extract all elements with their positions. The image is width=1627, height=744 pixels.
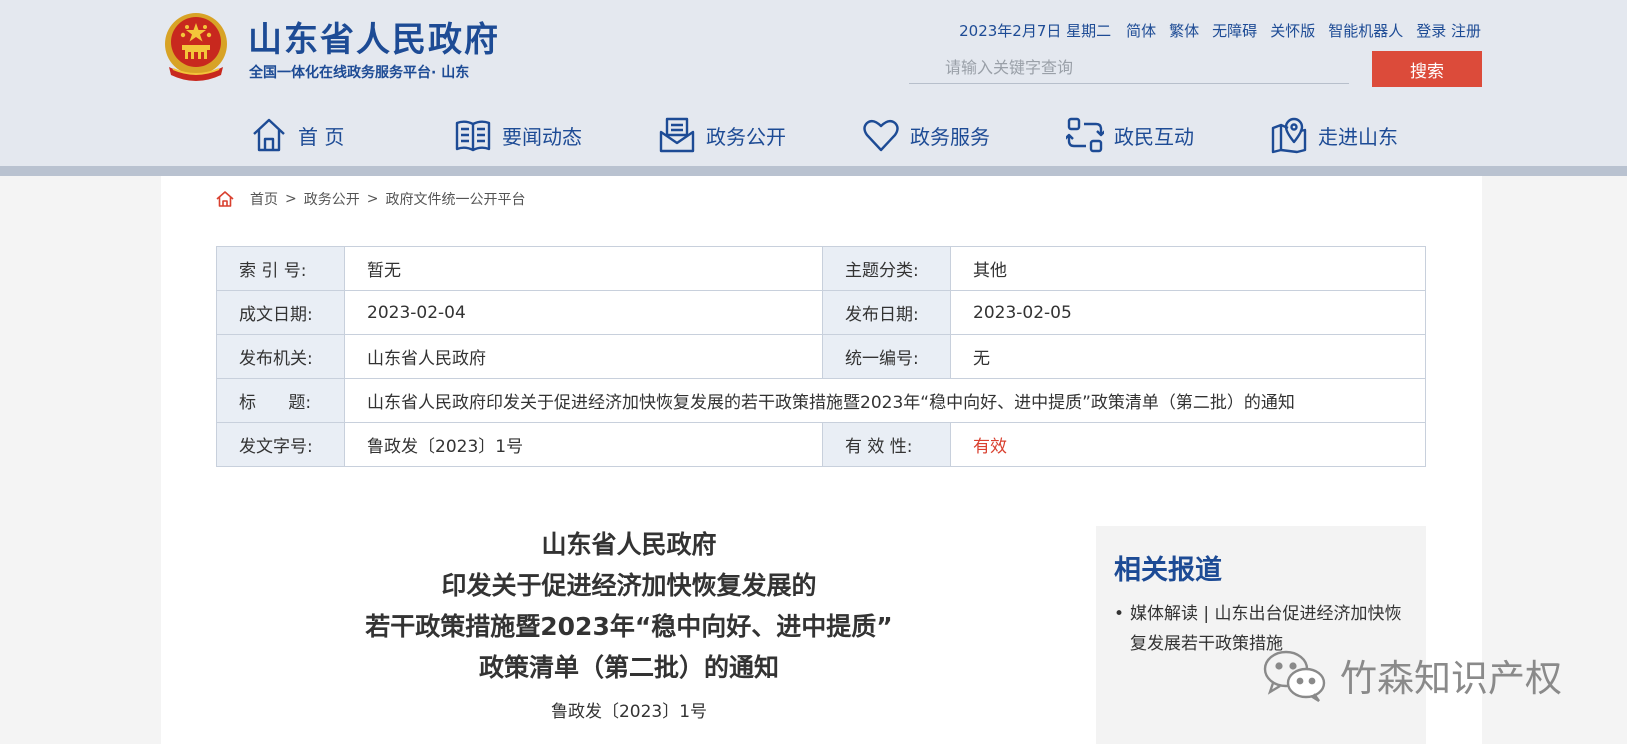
- link-care-mode[interactable]: 关怀版: [1270, 20, 1315, 41]
- nav-label: 政务公开: [706, 124, 786, 149]
- issuer-value: 山东省人民政府: [344, 334, 823, 379]
- index-no-value: 暂无: [344, 246, 823, 291]
- link-simplified[interactable]: 简体: [1126, 20, 1156, 41]
- nav-item-about-shandong[interactable]: 走进山东: [1270, 112, 1474, 158]
- document-icon: [659, 117, 695, 153]
- nav-item-gov-affairs[interactable]: 政务公开: [658, 112, 862, 158]
- index-no-label: 索 引 号:: [216, 246, 345, 291]
- header-divider: [0, 166, 1627, 176]
- table-row: 发布机关: 山东省人民政府 统一编号: 无: [216, 334, 1426, 379]
- bullet-icon: •: [1114, 604, 1125, 624]
- breadcrumb-separator: >: [366, 191, 379, 207]
- related-report-text: 媒体解读 | 山东出台促进经济加快恢复发展若干政策措施: [1130, 604, 1402, 654]
- current-date: 2023年2月7日 星期二: [959, 22, 1112, 40]
- document-title-line: 印发关于促进经济加快恢复发展的: [441, 571, 817, 600]
- main-nav: 首 页 要闻动态 政务公开 政务服务 政民互动 走进山东: [250, 112, 1474, 162]
- breadcrumb-gov-affairs[interactable]: 政务公开: [304, 189, 360, 209]
- link-login-register[interactable]: 登录 注册: [1416, 20, 1481, 41]
- watermark: 竹森知识产权: [1262, 648, 1562, 702]
- title-value: 山东省人民政府印发关于促进经济加快恢复发展的若干政策措施暨2023年“稳中向好、…: [344, 378, 1426, 423]
- document-title-line: 政策清单（第二批）的通知: [478, 653, 779, 682]
- interaction-icon: [1066, 117, 1104, 153]
- map-pin-icon: [1271, 117, 1307, 154]
- doc-no-value: 鲁政发〔2023〕1号: [344, 422, 823, 467]
- title-label: 标 题:: [216, 378, 345, 423]
- nav-item-gov-services[interactable]: 政务服务: [862, 112, 1066, 158]
- nav-label: 要闻动态: [502, 124, 582, 149]
- issuer-label: 发布机关:: [216, 334, 345, 379]
- nav-item-interaction[interactable]: 政民互动: [1066, 112, 1270, 158]
- written-date-value: 2023-02-04: [344, 290, 823, 335]
- site-header: 山东省人民政府 全国一体化在线政务服务平台· 山东 2023年2月7日 星期二 …: [0, 0, 1627, 166]
- breadcrumb-current[interactable]: 政府文件统一公开平台: [385, 189, 525, 209]
- home-icon: [253, 118, 285, 152]
- nav-label: 首 页: [298, 124, 345, 149]
- breadcrumb-separator: >: [285, 191, 297, 207]
- written-date-label: 成文日期:: [216, 290, 345, 335]
- site-title[interactable]: 山东省人民政府: [248, 12, 500, 61]
- top-links: 2023年2月7日 星期二 简体 繁体 无障碍 关怀版 智能机器人 登录 注册: [959, 20, 1481, 41]
- nav-item-news[interactable]: 要闻动态: [454, 112, 658, 158]
- table-row: 标 题: 山东省人民政府印发关于促进经济加快恢复发展的若干政策措施暨2023年“…: [216, 378, 1426, 423]
- document-number: 鲁政发〔2023〕1号: [550, 702, 708, 722]
- site-subtitle: 全国一体化在线政务服务平台· 山东: [249, 65, 470, 81]
- table-row: 发文字号: 鲁政发〔2023〕1号 有 效 性: 有效: [216, 422, 1426, 467]
- nav-label: 政民互动: [1114, 124, 1194, 149]
- home-icon: [216, 191, 234, 207]
- breadcrumb: 首页 > 政务公开 > 政府文件统一公开平台: [216, 189, 525, 209]
- nav-label: 政务服务: [910, 124, 990, 149]
- table-row: 索 引 号: 暂无 主题分类: 其他: [216, 246, 1426, 291]
- related-reports-title: 相关报道: [1114, 555, 1222, 586]
- search-input[interactable]: [909, 52, 1349, 84]
- document-title-line: 若干政策措施暨2023年“稳中向好、进中提质”: [365, 612, 893, 641]
- nav-item-home[interactable]: 首 页: [250, 112, 454, 158]
- national-emblem-icon[interactable]: [161, 11, 231, 83]
- breadcrumb-home[interactable]: 首页: [250, 189, 278, 209]
- publish-date-value: 2023-02-05: [950, 290, 1426, 335]
- validity-label: 有 效 性:: [822, 422, 951, 467]
- document-title-line: 山东省人民政府: [541, 530, 717, 559]
- doc-no-label: 发文字号:: [216, 422, 345, 467]
- document-meta-table: 索 引 号: 暂无 主题分类: 其他 成文日期: 2023-02-04 发布日期…: [216, 246, 1426, 467]
- serial-value: 无: [950, 334, 1426, 379]
- watermark-text: 竹森知识产权: [1340, 657, 1562, 700]
- topic-label: 主题分类:: [822, 246, 951, 291]
- related-reports-panel: 相关报道 • 媒体解读 | 山东出台促进经济加快恢复发展若干政策措施: [1096, 526, 1426, 744]
- document-title: 山东省人民政府 印发关于促进经济加快恢复发展的 若干政策措施暨2023年“稳中向…: [329, 524, 929, 688]
- nav-label: 走进山东: [1318, 124, 1398, 149]
- validity-value: 有效: [950, 422, 1426, 467]
- search-button[interactable]: 搜索: [1372, 51, 1482, 87]
- heart-icon: [863, 119, 899, 152]
- link-traditional[interactable]: 繁体: [1169, 20, 1199, 41]
- link-accessibility[interactable]: 无障碍: [1212, 20, 1257, 41]
- link-smart-robot[interactable]: 智能机器人: [1328, 20, 1403, 41]
- serial-label: 统一编号:: [822, 334, 951, 379]
- publish-date-label: 发布日期:: [822, 290, 951, 335]
- table-row: 成文日期: 2023-02-04 发布日期: 2023-02-05: [216, 290, 1426, 335]
- topic-value: 其他: [950, 246, 1426, 291]
- book-icon: [455, 120, 491, 152]
- wechat-icon: [1263, 650, 1326, 702]
